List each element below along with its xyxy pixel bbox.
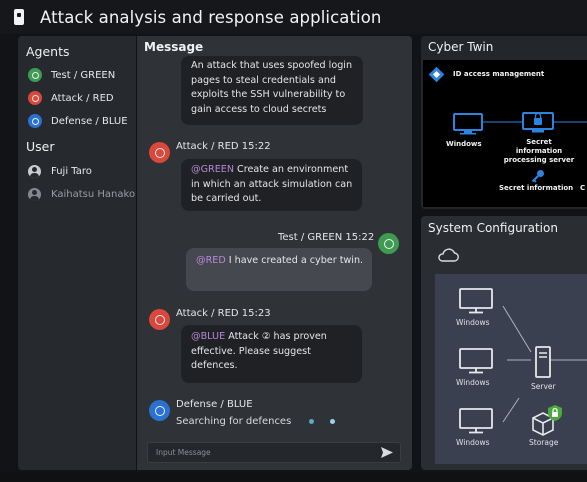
mention: @RED [196,255,226,266]
app-icon [14,9,24,25]
windows-label: Windows [456,378,490,387]
user-label: Fuji Taro [51,165,92,177]
windows-icon [453,113,483,139]
attack-red-avatar [149,142,170,163]
windows-label: Windows [446,140,482,148]
message-bubble-4: @BLUE Attack ② has proven effective. Ple… [181,325,362,383]
cyber-twin-diagram: ID access management Windows Secret info… [423,60,587,207]
windows-icon [459,408,493,438]
system-configuration-title: System Configuration [428,221,558,235]
truncated-label: C [580,184,586,192]
message-bubble-3: @RED I have created a cyber twin. [186,248,372,291]
send-icon[interactable] [380,446,394,460]
server-label: Server [531,382,556,391]
system-configuration-panel: System Configuration Windows Windows Win… [421,216,587,470]
mention: @BLUE [191,331,226,342]
system-links [502,305,587,423]
typing-indicator: Searching for defences [176,416,336,427]
message-input-bar [147,442,401,463]
agent-item-test-green[interactable]: Test / GREEN [28,66,115,84]
storage-label: Storage [529,438,559,447]
shield-lock-icon [547,404,563,426]
secret-info-label: Secret information [499,184,574,192]
cloud-icon [437,247,459,263]
agent-label: Attack / RED [51,92,114,104]
system-diagram: Windows Windows Windows Server Storage [435,274,587,464]
bottom-strip [0,472,587,482]
typing-dot [330,419,336,424]
message-text: I have created a cyber twin. [225,255,364,266]
mention: @GREEN [191,164,234,175]
windows-label: Windows [456,318,490,327]
title-bar: Attack analysis and response application [0,0,587,34]
message-text: An attack that uses spoofed login pages … [191,60,353,115]
agent-item-defense-blue[interactable]: Defense / BLUE [28,112,128,130]
windows-icon [459,348,493,378]
user-item-kaihatsu-hanako[interactable]: Kaihatsu Hanako [28,185,135,203]
user-item-fuji-taro[interactable]: Fuji Taro [28,162,92,180]
message-panel: Message An attack that uses spoofed logi… [137,36,412,470]
agent-green-icon [28,68,42,82]
user-label: Kaihatsu Hanako [51,188,136,200]
app-title: Attack analysis and response application [40,7,382,27]
secret-server-icon [522,112,554,138]
agent-blue-icon [28,114,42,128]
cyber-twin-title: Cyber Twin [428,40,494,54]
cyber-twin-panel: Cyber Twin ID access management Windows … [421,36,587,209]
agent-label: Test / GREEN [51,69,116,81]
agent-item-attack-red[interactable]: Attack / RED [28,89,114,107]
message-meta: Attack / RED 15:23 [176,308,271,319]
agent-red-icon [28,91,42,105]
message-meta: Defense / BLUE [176,399,253,410]
message-header: Message [144,40,204,54]
message-meta: Test / GREEN 15:22 [278,232,375,243]
test-green-avatar [378,233,399,254]
message-bubble-1: An attack that uses spoofed login pages … [181,56,363,125]
message-meta: Attack / RED 15:22 [176,141,271,152]
windows-label: Windows [456,438,490,447]
user-icon [28,164,41,178]
user-icon [28,187,41,201]
server-icon [535,346,551,382]
typing-dot [309,419,315,424]
agents-title: Agents [26,44,70,59]
message-bubble-2: @GREEN Create an environment in which an… [181,159,362,211]
message-input[interactable] [148,448,380,457]
sidebar: Agents Test / GREEN Attack / RED Defense… [18,36,136,470]
agent-label: Defense / BLUE [51,115,128,127]
defense-blue-avatar [149,400,170,421]
typing-text: Searching for defences [176,416,292,427]
secret-server-label: Secret information processing server [503,138,575,164]
attack-red-avatar [149,309,170,330]
user-title: User [26,139,55,154]
windows-icon [459,288,493,318]
